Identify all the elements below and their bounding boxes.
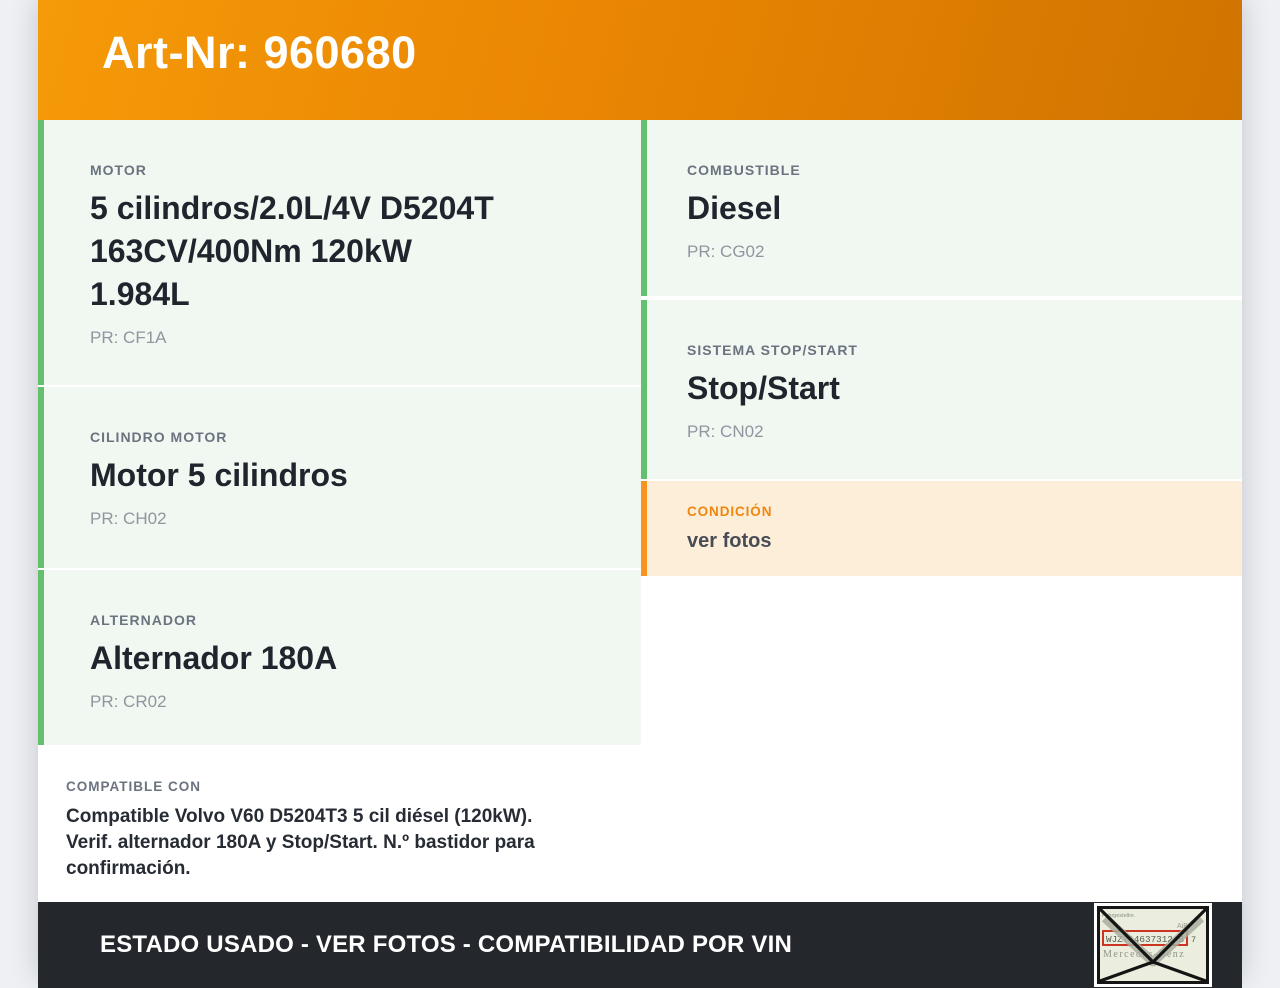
spec-card-stop-start: SISTEMA STOP/START Stop/Start PR: CN02 <box>641 300 1242 479</box>
spec-label: MOTOR <box>90 162 147 178</box>
condition-label: CONDICIÓN <box>687 504 773 519</box>
left-column: MOTOR 5 cilindros/2.0L/4V D5204T 163CV/4… <box>38 120 641 902</box>
registration-document-image: Fahrgestellnr. AiB WJZ7146373124B 7 Merc… <box>1097 906 1209 984</box>
spec-columns: MOTOR 5 cilindros/2.0L/4V D5204T 163CV/4… <box>38 120 1242 902</box>
spec-pr-code: PR: CF1A <box>90 328 167 347</box>
spec-card-motor: MOTOR 5 cilindros/2.0L/4V D5204T 163CV/4… <box>38 120 641 385</box>
spec-pr-code: PR: CN02 <box>687 422 764 441</box>
spec-card-alternador: ALTERNADOR Alternador 180A PR: CR02 <box>38 570 641 745</box>
spec-pr-code: PR: CG02 <box>687 242 765 261</box>
compatibility-card: COMPATIBLE CON Compatible Volvo V60 D520… <box>38 747 641 902</box>
footer-status-text: ESTADO USADO - VER FOTOS - COMPATIBILIDA… <box>100 931 793 958</box>
right-column: COMBUSTIBLE Diesel PR: CG02 SISTEMA STOP… <box>641 120 1242 576</box>
condition-card: CONDICIÓN ver fotos <box>641 481 1242 576</box>
article-number-title: Art-Nr: 960680 <box>102 27 417 78</box>
status-footer-bar: ESTADO USADO - VER FOTOS - COMPATIBILIDA… <box>38 902 1242 988</box>
condition-value: ver fotos <box>687 530 772 552</box>
spec-label: COMBUSTIBLE <box>687 162 801 178</box>
compatibility-text: Compatible Volvo V60 D5204T3 5 cil diése… <box>66 806 535 879</box>
vin-check-digit: 7 <box>1191 935 1196 945</box>
spec-value: Motor 5 cilindros <box>90 457 348 493</box>
spec-value: 5 cilindros/2.0L/4V D5204T 163CV/400Nm 1… <box>90 190 494 312</box>
spec-label: CILINDRO MOTOR <box>90 429 228 445</box>
spec-pr-code: PR: CH02 <box>90 509 167 528</box>
spec-label: SISTEMA STOP/START <box>687 342 858 358</box>
product-sheet: Art-Nr: 960680 MOTOR 5 cilindros/2.0L/4V… <box>38 0 1242 988</box>
page-header: Art-Nr: 960680 <box>38 0 1242 120</box>
spec-pr-code: PR: CR02 <box>90 692 167 711</box>
spec-value: Alternador 180A <box>90 640 338 676</box>
spec-value: Diesel <box>687 190 782 226</box>
registration-document-thumbnail: Fahrgestellnr. AiB WJZ7146373124B 7 Merc… <box>1094 903 1212 987</box>
spec-label: ALTERNADOR <box>90 612 197 628</box>
spec-value: Stop/Start <box>687 370 840 406</box>
spec-card-combustible: COMBUSTIBLE Diesel PR: CG02 <box>641 120 1242 296</box>
spec-card-cilindro-motor: CILINDRO MOTOR Motor 5 cilindros PR: CH0… <box>38 387 641 568</box>
compatibility-label: COMPATIBLE CON <box>66 779 201 794</box>
